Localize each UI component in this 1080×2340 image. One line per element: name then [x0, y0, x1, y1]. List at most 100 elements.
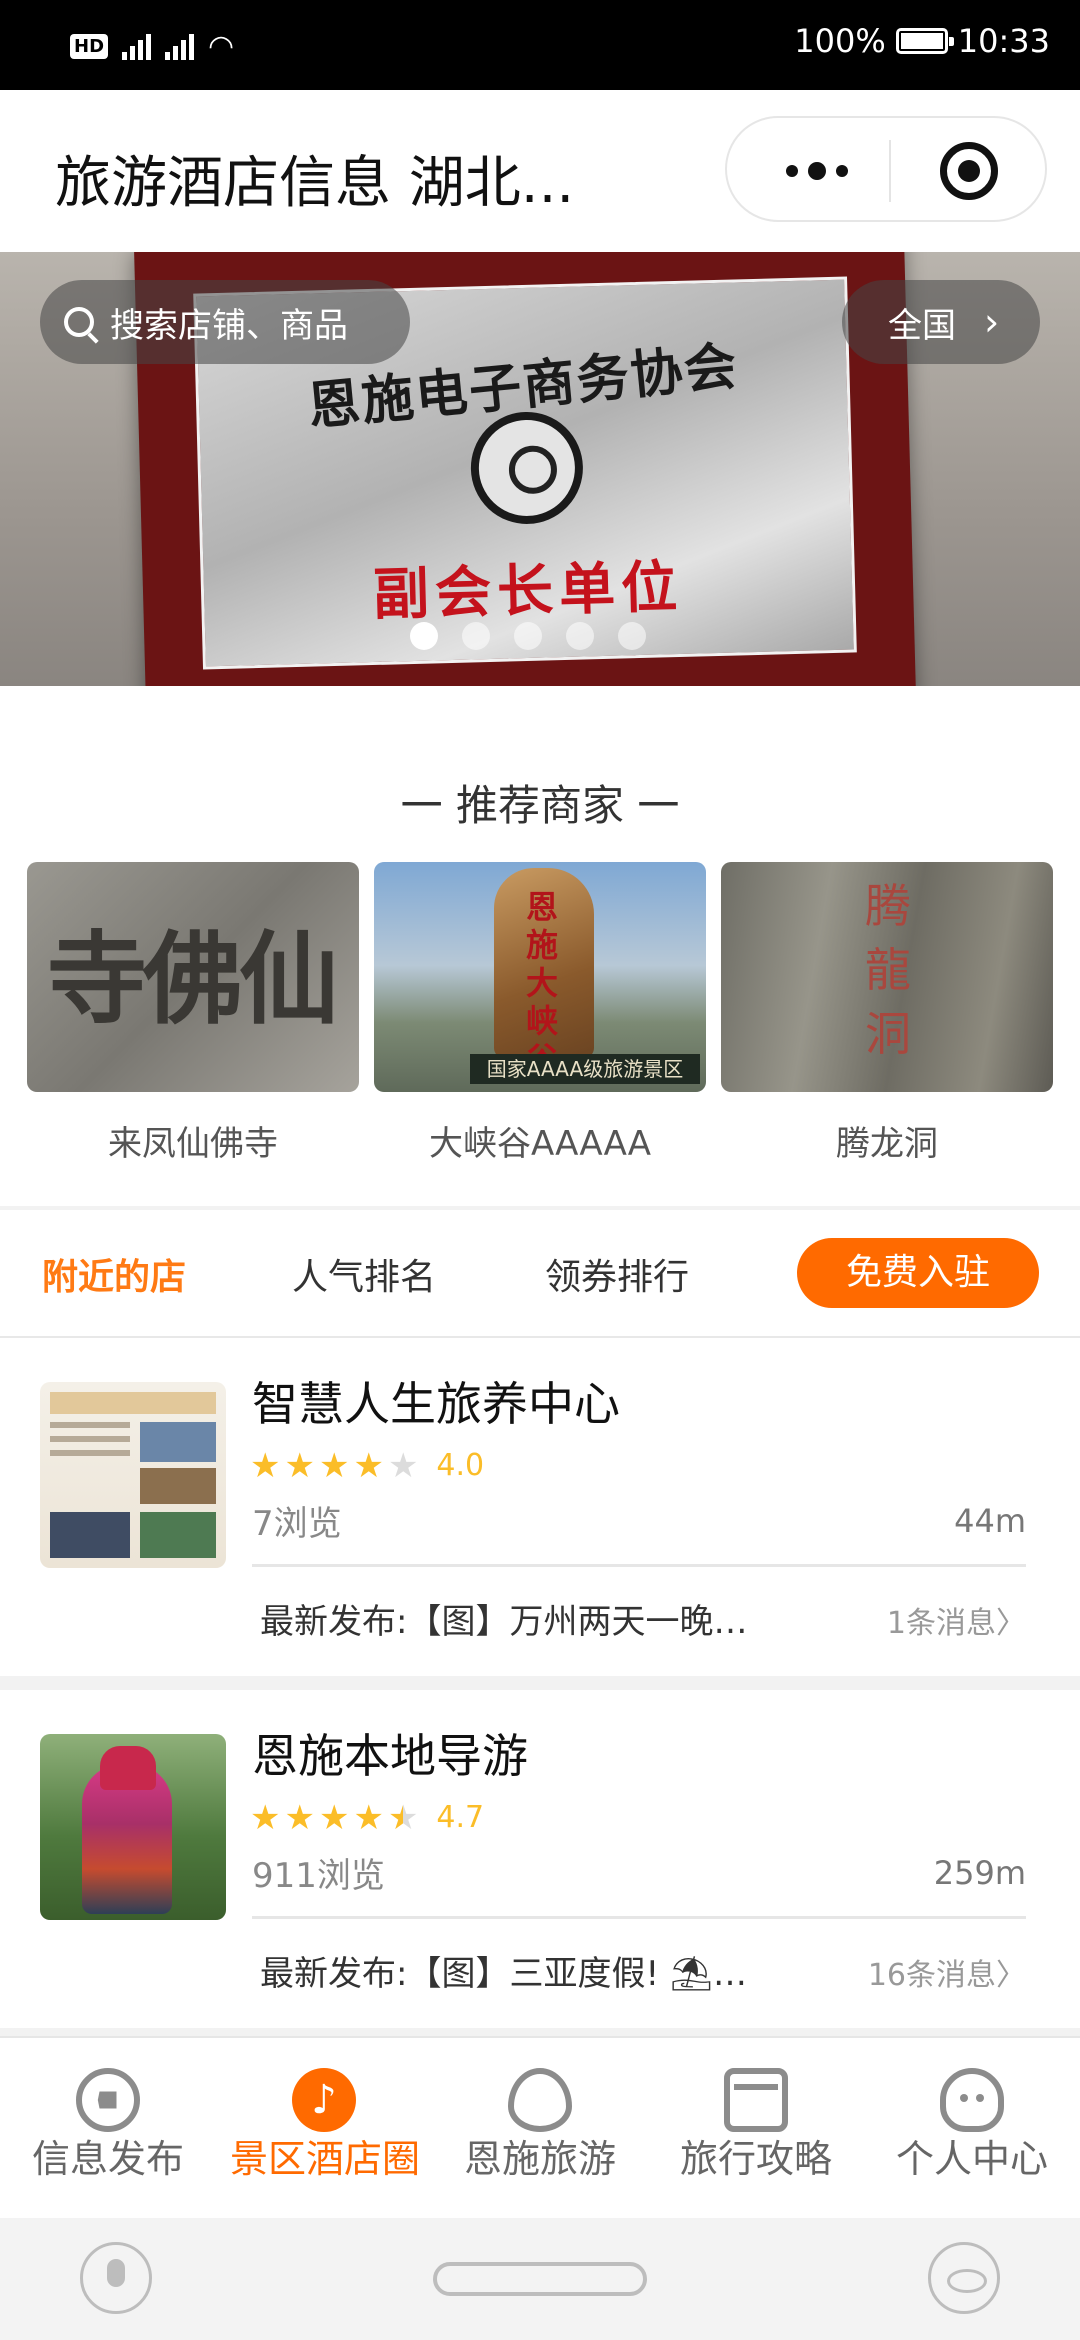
divider	[252, 1564, 1026, 1567]
store-icon	[724, 2068, 788, 2132]
capsule-divider	[889, 140, 891, 202]
latest-post[interactable]: 最新发布:【图】三亚度假! ⛱…	[260, 1946, 800, 1995]
wifi-icon: ◠	[208, 28, 235, 64]
tab-coupons[interactable]: 领券排行	[545, 1248, 689, 1300]
bottom-tab-bar: 信息发布 ♪ 景区酒店圈 恩施旅游 旅行攻略 个人中心	[0, 2036, 1080, 2220]
tab-label: 景区酒店圈	[230, 2137, 421, 2181]
distance: 259m	[933, 1854, 1026, 1892]
merchant-photo: 寺佛仙	[27, 862, 359, 1092]
star-filled-icon: ★	[284, 1445, 315, 1486]
latest-post[interactable]: 最新发布:【图】万州两天一晚…	[260, 1594, 800, 1643]
recommended-section: 一 推荐商家 一 寺佛仙 来凤仙佛寺 恩施大峡谷 国家AAAA级旅游景区 大峡谷…	[0, 686, 1080, 1206]
star-filled-icon: ★	[250, 1797, 281, 1838]
carousel-dot[interactable]	[618, 622, 646, 650]
clock: 10:33	[957, 22, 1050, 60]
status-bar: HD ◠ 100% 10:33	[0, 0, 1080, 90]
shop-thumbnail	[40, 1382, 226, 1568]
merchant-name: 来凤仙佛寺	[108, 1124, 278, 1164]
recommended-card[interactable]: 寺佛仙 来凤仙佛寺	[27, 862, 359, 1165]
tab-nearby[interactable]: 附近的店	[42, 1248, 186, 1300]
shop-list-item[interactable]: 恩施本地导游 ★ ★ ★ ★ ★ 4.7 911浏览 259m 最新发布:【图】…	[0, 1690, 1080, 2028]
star-filled-icon: ★	[318, 1797, 350, 1838]
rating-value: 4.0	[436, 1448, 485, 1483]
eye-icon[interactable]	[928, 2242, 1000, 2314]
tab-profile[interactable]: 个人中心	[864, 2038, 1080, 2220]
page-title: 旅游酒店信息 湖北...	[55, 151, 575, 216]
tab-travel-guide[interactable]: 旅行攻略	[648, 2038, 864, 2220]
shop-name: 智慧人生旅养中心	[252, 1377, 620, 1431]
carousel-dot[interactable]	[566, 622, 594, 650]
recommended-card[interactable]: 腾龍洞 腾龙洞	[721, 862, 1053, 1165]
search-placeholder: 搜索店铺、商品	[110, 305, 348, 346]
merchant-photo: 腾龍洞	[721, 862, 1053, 1092]
region-selector[interactable]: 全国 ›	[842, 280, 1040, 364]
region-label: 全国	[888, 305, 956, 346]
ghost-icon	[940, 2068, 1004, 2132]
divider	[252, 1916, 1026, 1919]
star-filled-icon: ★	[284, 1797, 315, 1838]
battery-icon	[895, 28, 954, 54]
free-join-button[interactable]: 免费入驻	[797, 1238, 1039, 1308]
music-note-icon: ♪	[292, 2068, 356, 2132]
filter-tabs: 附近的店 人气排名 领券排行 免费入驻	[0, 1210, 1080, 1338]
battery-percent: 100%	[794, 22, 886, 60]
view-count: 7浏览	[252, 1504, 342, 1544]
search-icon	[64, 307, 94, 337]
search-bar[interactable]: 搜索店铺、商品	[40, 280, 410, 364]
tab-scenic-hotel-circle[interactable]: ♪ 景区酒店圈	[216, 2038, 432, 2220]
message-count[interactable]: 1条消息〉	[887, 1598, 1026, 1642]
mini-program-header: 旅游酒店信息 湖北...	[0, 90, 1080, 252]
merchant-name: 腾龙洞	[836, 1124, 938, 1164]
shop-thumbnail	[40, 1734, 226, 1920]
stone-inscription: 寺佛仙	[47, 920, 339, 1038]
tab-label: 个人中心	[895, 2137, 1048, 2181]
carousel-indicator	[410, 622, 646, 650]
banner-carousel[interactable]: 恩施电子商务协会 副会长单位 搜索店铺、商品 全国 ›	[0, 252, 1080, 686]
carousel-dot[interactable]	[462, 622, 490, 650]
close-mini-program-button[interactable]	[940, 142, 998, 200]
tab-label: 旅行攻略	[679, 2137, 832, 2181]
star-rating: ★ ★ ★ ★ ★ 4.0	[250, 1448, 484, 1483]
tab-label: 信息发布	[31, 2137, 184, 2181]
star-filled-icon: ★	[250, 1445, 281, 1486]
status-left-icons: HD ◠	[70, 26, 234, 66]
rating-value: 4.7	[436, 1800, 485, 1835]
flame-icon	[508, 2068, 572, 2132]
microphone-icon[interactable]	[80, 2242, 152, 2314]
merchant-photo: 恩施大峡谷 国家AAAA级旅游景区	[374, 862, 706, 1092]
signal-4g-icon	[122, 32, 152, 60]
association-logo-icon	[469, 410, 585, 526]
section-title: 一 推荐商家 一	[400, 781, 680, 830]
chevron-right-icon: ›	[984, 300, 1000, 344]
star-empty-icon: ★	[387, 1445, 419, 1486]
plaque-subtitle: 副会长单位	[372, 553, 684, 629]
distance: 44m	[954, 1502, 1026, 1540]
tab-enshi-travel[interactable]: 恩施旅游	[432, 2038, 648, 2220]
status-right: 100% 10:33	[794, 22, 1050, 60]
rock-inscription: 恩施大峡谷	[526, 888, 559, 1078]
capsule-menu	[725, 116, 1047, 222]
tab-info-publish[interactable]: 信息发布	[0, 2038, 216, 2220]
carousel-dot[interactable]	[514, 622, 542, 650]
shop-list-item[interactable]: 智慧人生旅养中心 ★ ★ ★ ★ ★ 4.0 7浏览 44m 最新发布:【图】万…	[0, 1338, 1080, 1676]
star-filled-icon: ★	[318, 1445, 350, 1486]
message-count[interactable]: 16条消息〉	[868, 1950, 1026, 1994]
view-count: 911浏览	[252, 1856, 385, 1896]
star-filled-icon: ★	[353, 1797, 384, 1838]
merchant-name: 大峡谷AAAAA	[428, 1124, 652, 1164]
carousel-dot[interactable]	[410, 622, 438, 650]
recommended-card[interactable]: 恩施大峡谷 国家AAAA级旅游景区 大峡谷AAAAA	[374, 862, 706, 1165]
star-half-icon: ★	[387, 1797, 419, 1838]
home-pill-icon[interactable]	[433, 2262, 647, 2296]
star-rating: ★ ★ ★ ★ ★ 4.7	[250, 1800, 484, 1835]
more-options-button[interactable]	[772, 153, 862, 189]
cliff-inscription: 腾龍洞	[865, 879, 911, 1061]
tab-popularity[interactable]: 人气排名	[292, 1248, 436, 1300]
signal-4g-icon	[165, 32, 195, 60]
tab-label: 恩施旅游	[463, 2137, 616, 2181]
compass-icon	[76, 2068, 140, 2132]
shop-name: 恩施本地导游	[252, 1729, 528, 1783]
hd-icon: HD	[70, 33, 109, 59]
star-filled-icon: ★	[353, 1445, 384, 1486]
system-nav-bar	[0, 2218, 1080, 2340]
